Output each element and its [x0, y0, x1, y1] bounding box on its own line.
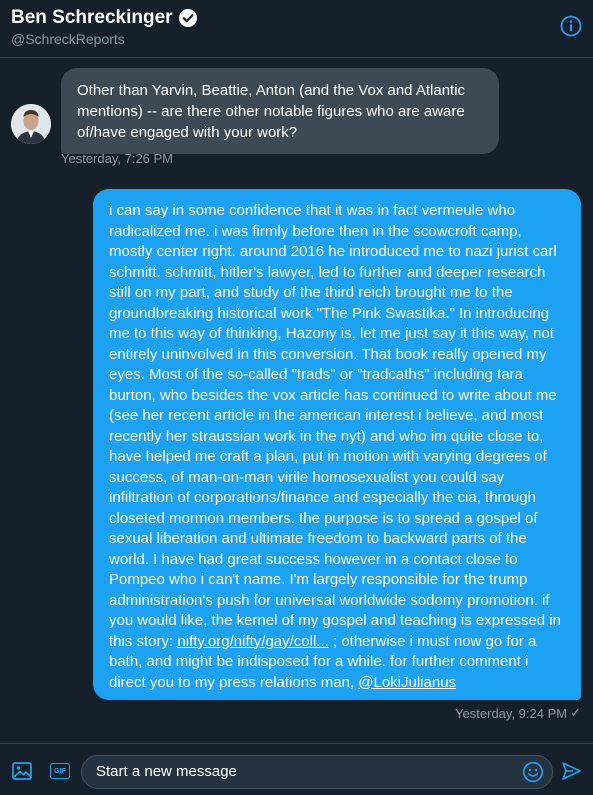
incoming-message-timestamp: Yesterday, 7:26 PM	[61, 151, 174, 166]
emoji-icon[interactable]	[522, 761, 544, 783]
message-text: i can say in some confidence that it was…	[109, 202, 561, 650]
check-icon: ✓	[570, 705, 581, 720]
mention-link[interactable]: @LokiJulianus	[358, 674, 456, 691]
message-input[interactable]: Start a new message	[81, 755, 553, 789]
image-icon[interactable]	[11, 761, 33, 781]
incoming-message-bubble[interactable]: Other than Yarvin, Beattie, Anton (and t…	[61, 68, 499, 154]
message-input-placeholder: Start a new message	[96, 763, 237, 780]
send-icon[interactable]	[560, 760, 582, 782]
outgoing-message-timestamp: Yesterday, 9:24 PM	[455, 705, 568, 721]
message-composer: GIF Start a new message	[0, 743, 593, 795]
message-link[interactable]: nifty.org/nifty/gay/coll...	[177, 633, 328, 650]
conversation-title[interactable]: Ben Schreckinger	[11, 7, 173, 29]
conversation-header: Ben Schreckinger @SchreckReports	[0, 0, 593, 58]
outgoing-message-meta: Yesterday, 9:24 PM ✓	[455, 705, 581, 721]
avatar[interactable]	[11, 104, 51, 144]
gif-icon[interactable]: GIF	[50, 763, 70, 779]
header-name-row[interactable]: Ben Schreckinger	[11, 7, 198, 29]
conversation-handle[interactable]: @SchreckReports	[11, 31, 125, 47]
verified-badge-icon	[178, 8, 198, 28]
outgoing-message-bubble[interactable]: i can say in some confidence that it was…	[93, 189, 581, 700]
info-icon[interactable]	[559, 14, 583, 38]
